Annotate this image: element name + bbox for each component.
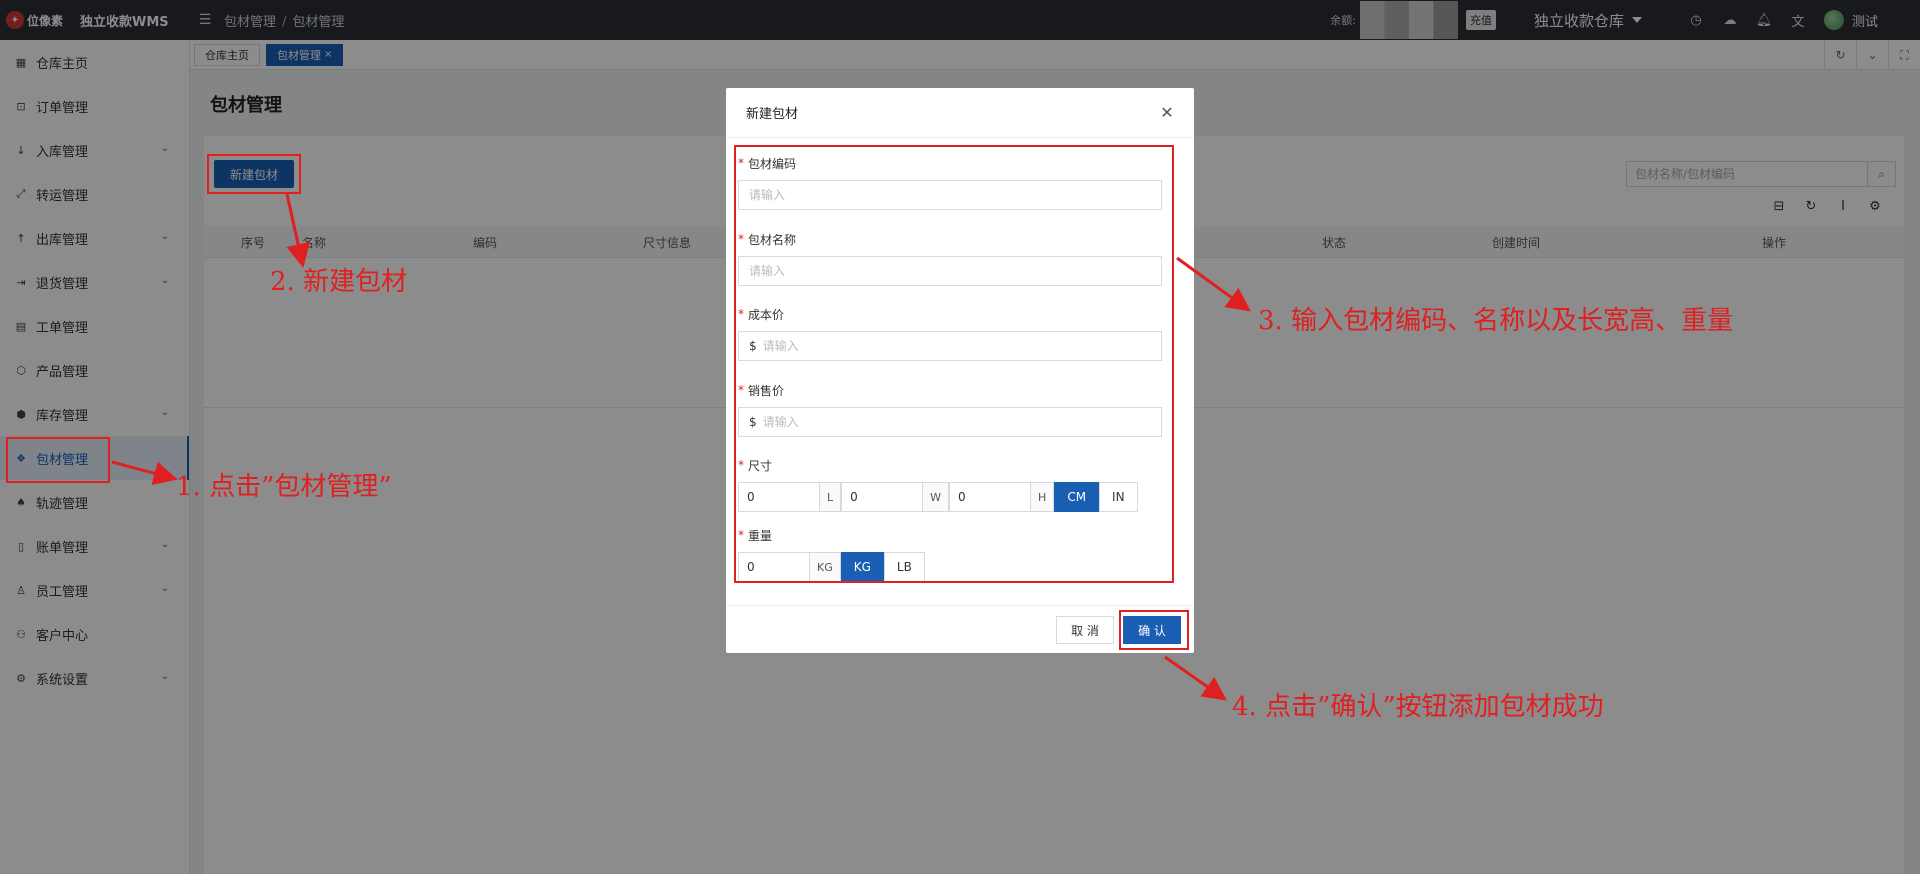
annotation-step3: 3. 输入包材编码、名称以及长宽高、重量: [1258, 306, 1734, 336]
annotation-step2: 2. 新建包材: [270, 267, 408, 297]
annotation-box-form: [734, 145, 1174, 583]
modal-title: 新建包材: [746, 107, 799, 122]
modal-header: 新建包材 ✕: [726, 88, 1194, 138]
annotation-box-new-button: [207, 154, 301, 194]
annotation-step4: 4. 点击”确认”按钮添加包材成功: [1232, 692, 1604, 722]
annotation-box-sidebar: [6, 437, 110, 483]
close-icon[interactable]: ✕: [1158, 103, 1176, 122]
annotation-step1: 1. 点击”包材管理”: [176, 472, 392, 502]
annotation-box-confirm: [1119, 610, 1189, 650]
cancel-button[interactable]: 取 消: [1056, 616, 1114, 644]
